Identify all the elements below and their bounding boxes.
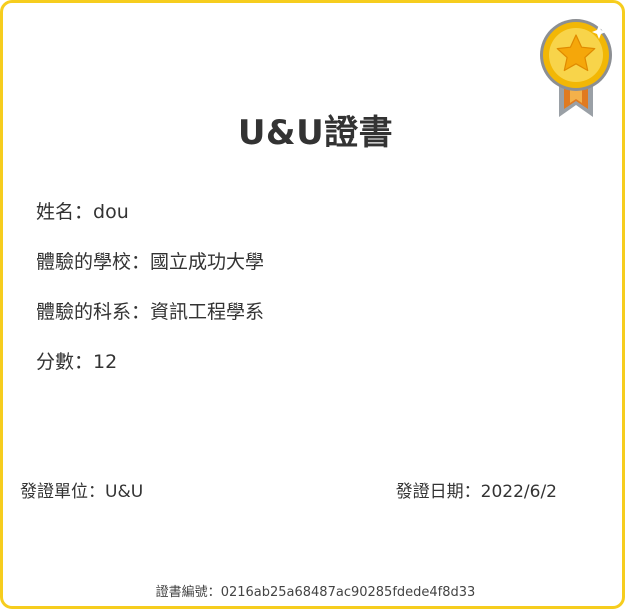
issue-date: 發證日期：2022/6/2	[396, 477, 557, 502]
issuer: 發證單位：U&U	[20, 477, 143, 502]
school-field: 體驗的學校：國立成功大學	[36, 247, 264, 274]
department-label: 體驗的科系：	[36, 301, 151, 323]
serial-value: 0216ab25a68487ac90285fdede4f8d33	[220, 585, 476, 600]
score-value: 12	[93, 351, 118, 373]
issuer-value: U&U	[105, 482, 144, 502]
serial-label: 證書編號：	[155, 585, 221, 600]
score-field: 分數：12	[36, 347, 117, 374]
department-field: 體驗的科系：資訊工程學系	[36, 297, 264, 324]
name-value: dou	[93, 201, 129, 223]
certificate-card: U&U證書 姓名：dou 體驗的學校：國立成功大學 體驗的科系：資訊工程學系 分…	[0, 0, 625, 609]
certificate-serial: 證書編號：0216ab25a68487ac90285fdede4f8d33	[3, 581, 625, 600]
name-field: 姓名：dou	[36, 197, 129, 224]
school-value: 國立成功大學	[150, 251, 265, 273]
score-label: 分數：	[36, 351, 94, 373]
department-value: 資訊工程學系	[150, 301, 265, 323]
issue-date-label: 發證日期：	[395, 482, 481, 502]
issue-date-value: 2022/6/2	[480, 482, 557, 502]
school-label: 體驗的學校：	[36, 251, 151, 273]
name-label: 姓名：	[36, 201, 94, 223]
issuer-label: 發證單位：	[20, 482, 105, 502]
certificate-title: U&U證書	[237, 113, 394, 153]
